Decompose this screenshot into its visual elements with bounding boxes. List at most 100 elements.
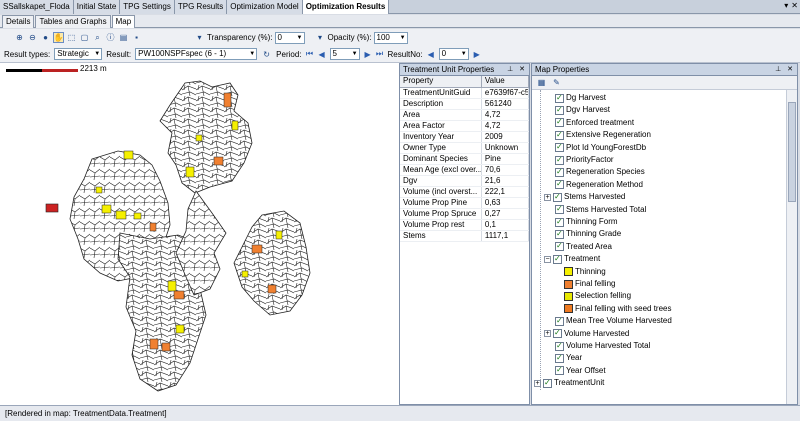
close-icon[interactable]: ✕ [791,1,798,10]
doc-tab-tpg-settings[interactable]: TPG Settings [120,0,175,14]
table-row[interactable]: Volume (incl overst... 222,1 [400,186,530,198]
tree-item[interactable]: Year [544,352,582,364]
expand-icon[interactable]: + [544,193,551,201]
result-types-select[interactable]: Strategic ▼ [54,48,103,60]
tab-details[interactable]: Details [2,15,35,28]
zoom-out-icon[interactable]: ⊖ [27,32,38,43]
save-icon[interactable]: ▪ [131,32,142,43]
layer-checkbox[interactable] [555,364,564,376]
tree-item[interactable]: Stems Harvested Total [544,203,646,216]
tree-item[interactable]: Enforced treatment [544,116,634,129]
first-period-icon[interactable]: ⏮ [306,49,314,59]
zoom-window-icon[interactable]: ⬚ [66,32,77,43]
result-select[interactable]: PW100NSPFspec (6 - 1) ▼ [135,48,258,60]
tree-item[interactable]: Thinning Grade [544,228,621,240]
layer-checkbox[interactable] [555,203,564,215]
doc-tab-optimization-results[interactable]: Optimization Results [302,0,390,14]
select-rectangle-icon[interactable]: ▢ [79,32,90,43]
globe-icon[interactable]: ● [40,32,51,43]
stand-map[interactable] [0,63,399,405]
resultno-select[interactable]: 0 ▼ [438,48,469,60]
tree-item[interactable]: Extensive Regeneration [544,129,651,141]
table-row[interactable]: Inventory Year 2009 [400,131,530,143]
doc-tab-initial-state[interactable]: Initial State [73,0,121,14]
layer-checkbox[interactable] [553,253,562,265]
layer-checkbox[interactable] [555,116,564,128]
table-row[interactable]: Area Factor 4,72 [400,120,530,132]
table-row[interactable]: Volume Prop Spruce 0,27 [400,208,530,220]
tab-list-icon[interactable]: ▾ [784,1,788,10]
table-row[interactable]: Mean Age (excl over... 70,6 [400,164,530,176]
prev-result-icon[interactable]: ◀ [427,50,435,59]
tree-item[interactable]: Dgv Harvest [544,104,610,116]
doc-tab-tpg-results[interactable]: TPG Results [174,0,228,14]
last-period-icon[interactable]: ⏭ [376,49,384,59]
tree-item[interactable]: Plot Id YoungForestDb [544,141,646,154]
transparency-select[interactable]: 0 ▼ [274,31,305,44]
info-icon[interactable]: ⓘ [105,32,116,43]
next-period-icon[interactable]: ▶ [364,50,372,59]
doc-tab-optimization-model[interactable]: Optimization Model [227,0,303,14]
expand-icon[interactable]: − [544,255,551,263]
tree-item[interactable]: Thinning Form [544,216,618,228]
dropdown-arrow-icon[interactable]: ▾ [194,32,205,43]
tree-item[interactable]: Volume Harvested Total [544,340,650,352]
tree-item[interactable]: − Treatment [544,253,600,265]
period-select[interactable]: 5 ▼ [329,48,360,60]
tree-item[interactable]: Treated Area [544,240,612,253]
selected-stand[interactable] [45,203,59,213]
scroll-thumb[interactable] [788,102,796,202]
tree-item[interactable]: Regeneration Method [544,178,643,191]
layer-checkbox[interactable] [555,104,564,116]
expand-icon[interactable]: + [544,330,551,338]
edit-icon[interactable]: ✎ [551,77,562,88]
tree-root-item[interactable]: + TreatmentUnit [534,377,604,389]
map-canvas[interactable] [0,63,399,405]
table-row[interactable]: Dominant Species Pine [400,153,530,165]
table-row[interactable]: Owner Type Unknown [400,142,530,154]
find-icon[interactable]: ⌕ [92,32,103,43]
dropdown-arrow-icon-2[interactable]: ▾ [315,32,326,43]
column-header-property[interactable]: Property [400,76,482,88]
layer-checkbox[interactable] [553,327,562,339]
expand-icon[interactable]: + [534,379,541,387]
table-row[interactable]: TreatmentUnitGuide7639f67-c51 [400,87,530,99]
layer-checkbox[interactable] [553,191,562,203]
tree-item[interactable]: Dg Harvest [544,92,606,104]
tree-item[interactable]: + Stems Harvested [544,191,625,203]
refresh-icon[interactable]: ↻ [261,49,272,60]
layer-checkbox[interactable] [555,141,564,153]
next-result-icon[interactable]: ▶ [473,50,481,59]
layer-checkbox[interactable] [555,154,564,166]
tree-item[interactable]: Mean Tree Volume Harvested [544,315,672,327]
layer-checkbox[interactable] [555,92,564,104]
table-row[interactable]: Stems 1117,1 [400,230,530,242]
tab-tables-and-graphs[interactable]: Tables and Graphs [35,15,111,28]
doc-tab-project[interactable]: SSallskapet_Floda [0,0,74,14]
opacity-select[interactable]: 100 ▼ [373,31,408,44]
sort-icon[interactable]: ▦ [536,77,547,88]
layer-checkbox[interactable] [555,340,564,352]
layer-checkbox[interactable] [555,315,564,327]
table-row[interactable]: Volume Prop Pine 0,63 [400,197,530,209]
tree-item[interactable]: + Volume Harvested [544,327,629,340]
table-row[interactable]: Volume Prop rest 0,1 [400,219,530,231]
pan-hand-icon[interactable]: ✋ [53,32,64,43]
layer-checkbox[interactable] [555,129,564,141]
layer-checkbox[interactable] [555,178,564,190]
layer-checkbox[interactable] [543,377,552,389]
layer-checkbox[interactable] [555,166,564,178]
layer-checkbox[interactable] [555,240,564,252]
tab-map[interactable]: Map [111,15,136,28]
prev-period-icon[interactable]: ◀ [318,50,326,59]
tree-item[interactable]: Regeneration Species [544,166,645,178]
pin-close-icons[interactable]: ⊥ ✕ [775,64,795,75]
pin-close-icons[interactable]: ⊥ ✕ [507,64,527,75]
layer-checkbox[interactable] [555,216,564,228]
zoom-in-icon[interactable]: ⊕ [14,32,25,43]
tree-item[interactable]: PriorityFactor [544,154,614,166]
tree-item[interactable]: Year Offset [544,364,606,377]
layer-checkbox[interactable] [555,228,564,240]
layer-checkbox[interactable] [555,352,564,364]
column-header-value[interactable]: Value [481,76,530,88]
